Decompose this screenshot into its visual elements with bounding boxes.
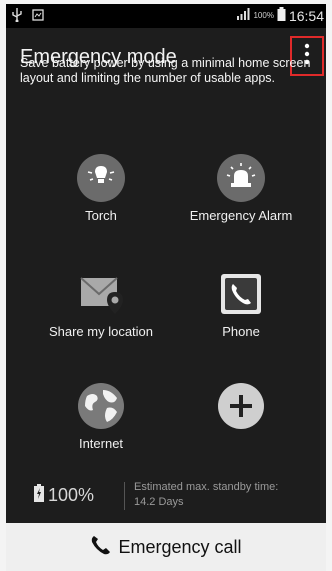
screenshot-icon <box>32 9 44 24</box>
location-icon <box>77 270 125 318</box>
phone-screen: 100% 16:54 Emergency mode Save battery p… <box>6 4 326 571</box>
torch-icon <box>77 154 125 202</box>
app-label: Torch <box>85 208 117 223</box>
battery-status: 100% <box>34 484 94 507</box>
app-label: Emergency Alarm <box>189 208 293 223</box>
alarm-icon <box>217 154 265 202</box>
status-bar-system: 100% 16:54 <box>236 7 324 24</box>
status-bar-notifications <box>12 8 44 25</box>
battery-info: 100% Estimated max. standby time: 14.2 D… <box>6 476 326 518</box>
app-label: Phone <box>222 324 260 339</box>
app-label: Internet <box>78 436 124 451</box>
app-share-my-location[interactable]: Share my location <box>46 270 156 340</box>
battery-icon <box>277 7 286 24</box>
battery-percent: 100% <box>48 485 95 505</box>
app-emergency-alarm[interactable]: Emergency Alarm <box>186 154 296 224</box>
app-label: Share my location <box>48 324 154 339</box>
plus-icon <box>217 382 265 430</box>
mode-description: Save battery power by using a minimal ho… <box>20 56 311 85</box>
divider <box>124 482 125 510</box>
app-torch[interactable]: Torch <box>46 154 156 224</box>
standby-value: 14.2 Days <box>134 496 184 508</box>
signal-icon <box>236 8 250 23</box>
usb-icon <box>12 8 22 25</box>
standby-label: Estimated max. standby time: <box>134 481 279 493</box>
emergency-call-label: Emergency call <box>118 536 242 557</box>
phone-icon <box>217 270 265 318</box>
globe-icon <box>77 382 125 430</box>
app-phone[interactable]: Phone <box>186 270 296 340</box>
standby-time: Estimated max. standby time: 14.2 Days <box>134 480 278 510</box>
add-app-button[interactable] <box>186 382 296 430</box>
status-battery-percent: 100% <box>253 11 274 20</box>
emergency-call-button[interactable]: Emergency call <box>6 523 326 571</box>
phone-handset-icon <box>90 534 112 561</box>
status-bar: 100% 16:54 <box>6 4 326 28</box>
battery-charging-icon <box>34 484 44 507</box>
status-time: 16:54 <box>288 7 324 24</box>
app-internet[interactable]: Internet <box>46 382 156 452</box>
